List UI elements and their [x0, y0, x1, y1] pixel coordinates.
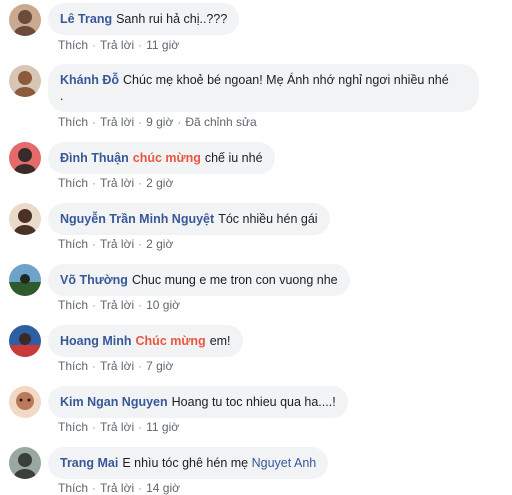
comment-time[interactable]: 11 giờ [146, 420, 179, 434]
comment-actions: Thích · Trả lời · 7 giờ [58, 359, 174, 373]
comment-thread: Lê Trang Sanh rui hả chị..??? Thích · Trả l… [0, 0, 512, 495]
commenter-name[interactable]: Võ Thường [60, 273, 128, 287]
avatar[interactable] [9, 447, 41, 479]
comment-bubble: Hoang Minh Chúc mừng em! [48, 325, 243, 357]
comment-actions: Thích · Trả lời · 11 giờ [58, 38, 180, 52]
comment-actions: Thích · Trả lời · 9 giờ · Đã chỉnh sửa [58, 115, 257, 129]
reply-link[interactable]: Trả lời [100, 237, 134, 251]
comment-bubble: Võ Thường Chuc mung e me tron con vuong n… [48, 264, 350, 296]
avatar[interactable] [9, 4, 41, 36]
like-link[interactable]: Thích [58, 38, 88, 52]
comment-actions: Thích · Trả lời · 2 giờ [58, 237, 174, 251]
like-link[interactable]: Thích [58, 298, 88, 312]
reply-link[interactable]: Trả lời [100, 420, 134, 434]
commenter-name[interactable]: Trang Mai [60, 456, 118, 470]
avatar[interactable] [9, 203, 41, 235]
like-link[interactable]: Thích [58, 420, 88, 434]
commenter-name[interactable]: Đình Thuận [60, 151, 129, 165]
mention-link[interactable]: Nguyet Anh [252, 456, 317, 470]
comment-time[interactable]: 10 giờ [146, 298, 180, 312]
comment-time[interactable]: 2 giờ [146, 237, 173, 251]
comment-text: Tóc nhiều hén gái [218, 212, 318, 226]
like-link[interactable]: Thích [58, 359, 88, 373]
commenter-name[interactable]: Kim Ngan Nguyen [60, 395, 168, 409]
comment-text-continued: . [60, 89, 64, 103]
like-link[interactable]: Thích [58, 481, 88, 495]
comment-text: em! [209, 334, 231, 348]
comment-bubble: Khánh Đỗ Chúc mẹ khoẻ bé ngoan! Mẹ Ánh nh… [48, 64, 479, 112]
comment-text: E nhìu tóc ghê hén mẹ [122, 456, 249, 470]
comment-actions: Thích · Trả lời · 11 giờ [58, 420, 180, 434]
tag-text[interactable]: chúc mừng [133, 151, 201, 165]
avatar[interactable] [9, 142, 41, 174]
commenter-name[interactable]: Hoang Minh [60, 334, 132, 348]
edited-label[interactable]: Đã chỉnh sửa [185, 115, 256, 129]
like-link[interactable]: Thích [58, 115, 88, 129]
comment-actions: Thích · Trả lời · 2 giờ [58, 176, 174, 190]
comment-time[interactable]: 2 giờ [146, 176, 173, 190]
comment-bubble: Kim Ngan Nguyen Hoang tu toc nhieu qua ha… [48, 386, 348, 418]
comment-text: Chuc mung e me tron con vuong nhe [131, 273, 338, 287]
commenter-name[interactable]: Lê Trang [60, 12, 112, 26]
comment-time[interactable]: 9 giờ [146, 115, 173, 129]
comment-time[interactable]: 7 giờ [146, 359, 173, 373]
comment-bubble: Nguyễn Trần Minh Nguyệt Tóc nhiều hén gái [48, 203, 330, 235]
reply-link[interactable]: Trả lời [100, 38, 134, 52]
comment-time[interactable]: 14 giờ [146, 481, 180, 495]
comment-bubble: Lê Trang Sanh rui hả chị..??? [48, 3, 240, 35]
commenter-name[interactable]: Nguyễn Trần Minh Nguyệt [60, 212, 214, 226]
like-link[interactable]: Thích [58, 176, 88, 190]
comment-time[interactable]: 11 giờ [146, 38, 179, 52]
avatar[interactable] [9, 65, 41, 97]
tag-text[interactable]: Chúc mừng [136, 334, 206, 348]
comment-bubble: Đình Thuận chúc mừng chế iu nhé [48, 142, 275, 174]
reply-link[interactable]: Trả lời [100, 481, 134, 495]
like-link[interactable]: Thích [58, 237, 88, 251]
comment-text: Hoang tu toc nhieu qua ha....! [171, 395, 336, 409]
reply-link[interactable]: Trả lời [100, 298, 134, 312]
comment-bubble: Trang Mai E nhìu tóc ghê hén mẹ Nguyet An… [48, 447, 329, 479]
commenter-name[interactable]: Khánh Đỗ [60, 73, 119, 87]
comment-text: chế iu nhé [204, 151, 263, 165]
avatar[interactable] [9, 264, 41, 296]
comment-actions: Thích · Trả lời · 10 giờ [58, 298, 180, 312]
reply-link[interactable]: Trả lời [100, 359, 134, 373]
comment-text: Chúc mẹ khoẻ bé ngoan! Mẹ Ánh nhớ nghỉ n… [123, 73, 449, 87]
reply-link[interactable]: Trả lời [100, 176, 134, 190]
comment-text: Sanh rui hả chị..??? [116, 12, 228, 26]
avatar[interactable] [9, 386, 41, 418]
avatar[interactable] [9, 325, 41, 357]
comment-actions: Thích · Trả lời · 14 giờ [58, 481, 180, 495]
reply-link[interactable]: Trả lời [100, 115, 134, 129]
